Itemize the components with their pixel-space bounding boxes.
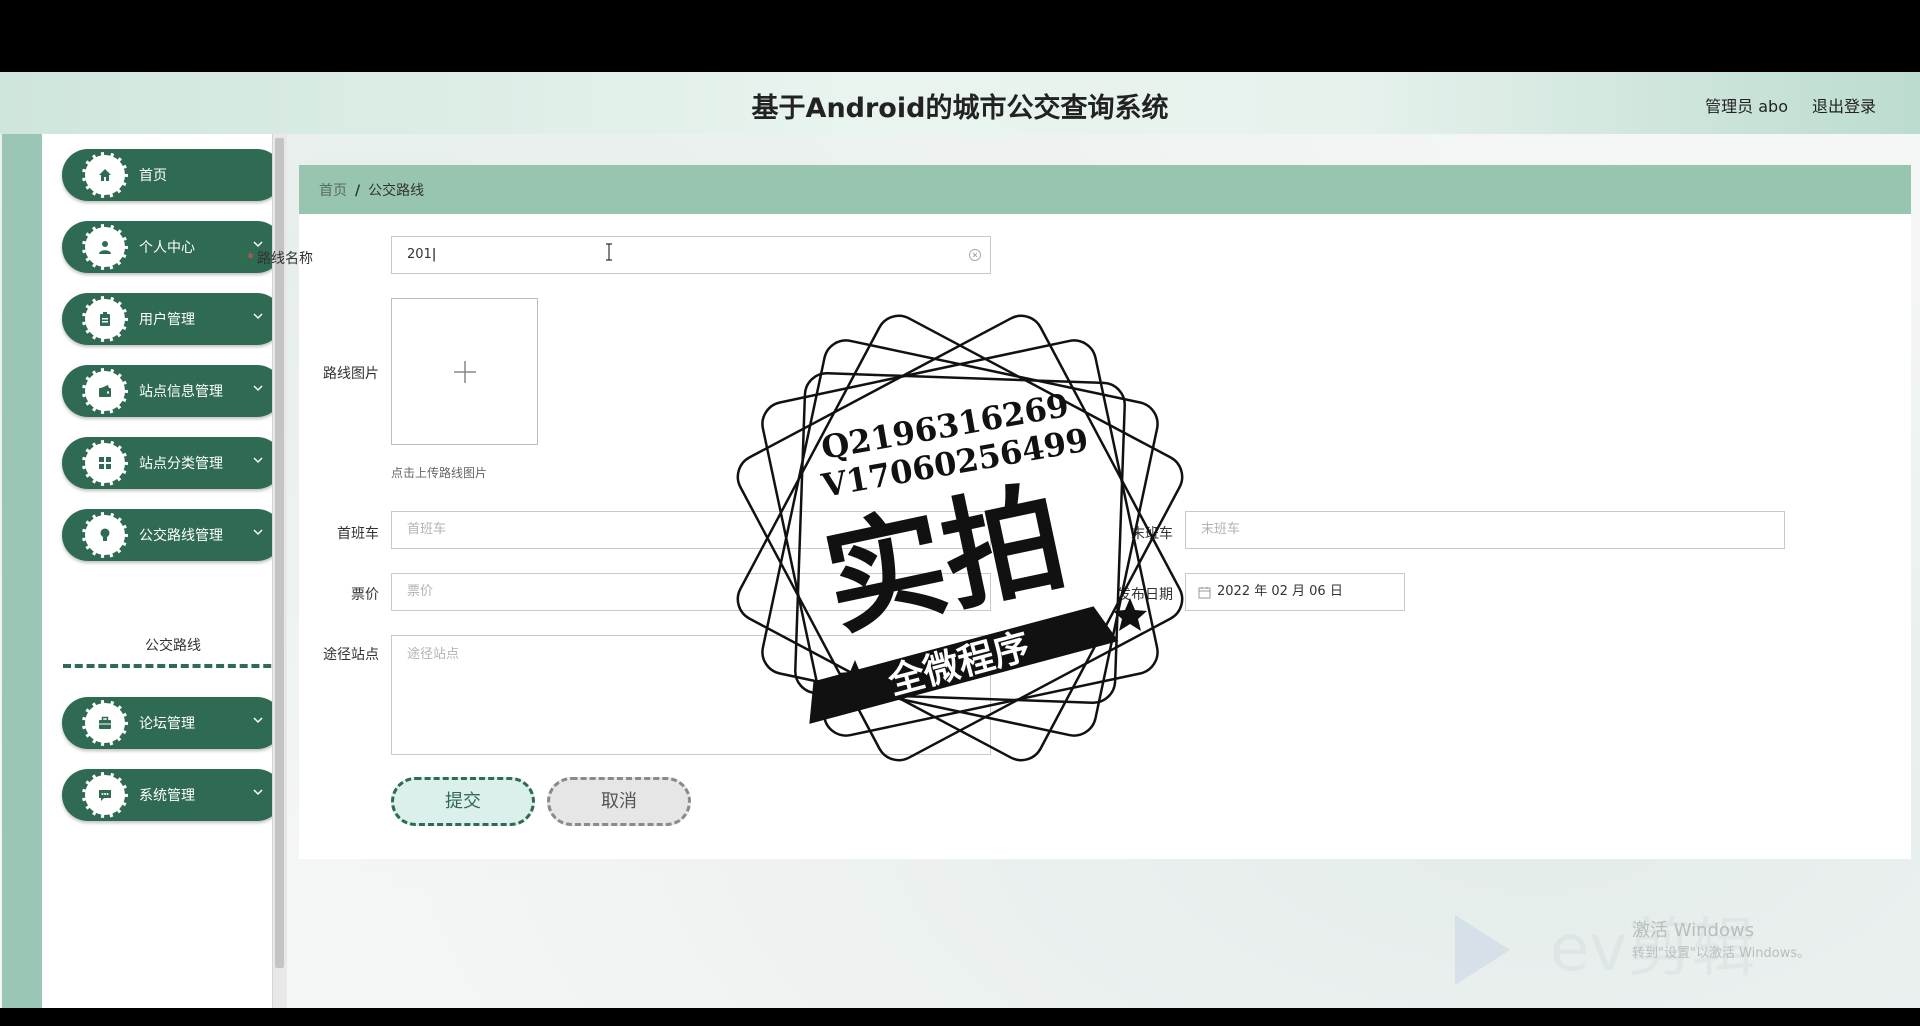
top-header: 基于Android的城市公交查询系统 管理员 abo 退出登录 xyxy=(0,72,1920,134)
route-name-value: 201 xyxy=(407,247,432,262)
home-icon xyxy=(99,169,111,181)
logout-button[interactable]: 退出登录 xyxy=(1812,93,1876,117)
sidebar-item-label: 系统管理 xyxy=(139,788,195,804)
cancel-button[interactable]: 取消 xyxy=(547,777,691,826)
chevron-down-icon xyxy=(253,385,263,392)
sidebar-item-bus-route[interactable]: 公交路线管理 xyxy=(62,509,283,561)
text-cursor-icon xyxy=(606,243,612,261)
chevron-down-icon xyxy=(253,313,263,320)
menu-badge xyxy=(82,152,128,198)
sidebar-subitem-label: 公交路线 xyxy=(145,638,201,654)
sidebar-item-home[interactable]: 首页 xyxy=(62,149,283,201)
first-bus-label: 首班车 xyxy=(337,526,379,542)
clipboard-icon xyxy=(100,312,110,326)
breadcrumb-current: 公交路线 xyxy=(368,183,425,199)
user-icon xyxy=(99,241,111,254)
submit-button[interactable]: 提交 xyxy=(391,777,535,826)
publish-date-input[interactable]: 2022 年 02 月 06 日 xyxy=(1185,573,1405,611)
breadcrumb-home[interactable]: 首页 xyxy=(319,183,347,199)
menu-badge xyxy=(82,772,128,818)
last-bus-input[interactable]: 末班车 xyxy=(1185,511,1785,549)
windows-activate-text: 激活 Windows xyxy=(1632,920,1755,941)
route-image-label: 路线图片 xyxy=(323,366,379,382)
sidebar-item-station-category[interactable]: 站点分类管理 xyxy=(62,437,283,489)
clear-icon[interactable] xyxy=(968,248,982,262)
route-name-label: * 路线名称 xyxy=(213,248,313,268)
plus-icon xyxy=(454,361,476,383)
bulb-icon xyxy=(100,528,110,541)
sidebar-item-label: 站点分类管理 xyxy=(139,456,223,472)
sidebar-item-label: 站点信息管理 xyxy=(139,384,223,400)
sidebar-item-label: 公交路线管理 xyxy=(139,528,223,544)
windows-activate-subtext: 转到"设置"以激活 Windows。 xyxy=(1632,946,1811,961)
route-name-input[interactable]: 201| xyxy=(391,236,991,274)
menu-badge xyxy=(82,368,128,414)
publish-date-value: 2022 年 02 月 06 日 xyxy=(1217,584,1343,599)
wallet-icon xyxy=(99,385,111,397)
required-mark: * xyxy=(247,251,254,267)
sidebar-item-station-info[interactable]: 站点信息管理 xyxy=(62,365,283,417)
image-upload-box[interactable] xyxy=(391,298,538,445)
chat-icon xyxy=(99,790,111,801)
admin-label[interactable]: 管理员 abo xyxy=(1705,93,1788,117)
route-name-label-text: 路线名称 xyxy=(257,251,313,267)
chevron-down-icon xyxy=(253,789,263,796)
sidebar-item-system[interactable]: 系统管理 xyxy=(62,769,283,821)
via-stations-label: 途径站点 xyxy=(323,647,379,663)
page-title: 基于Android的城市公交查询系统 xyxy=(751,93,1169,124)
fare-label: 票价 xyxy=(351,587,379,603)
breadcrumb: 首页 / 公交路线 xyxy=(319,180,424,200)
sidebar-strip xyxy=(2,134,42,1008)
sidebar-item-label: 首页 xyxy=(139,168,167,184)
sidebar-item-forum[interactable]: 论坛管理 xyxy=(62,697,283,749)
menu-badge xyxy=(82,224,128,270)
sidebar-item-users[interactable]: 用户管理 xyxy=(62,293,283,345)
chevron-down-icon xyxy=(253,717,263,724)
chevron-down-icon xyxy=(253,457,263,464)
chevron-up-icon xyxy=(253,529,263,536)
briefcase-icon xyxy=(99,716,111,729)
grid-icon xyxy=(99,457,111,469)
menu-badge xyxy=(82,700,128,746)
menu-badge xyxy=(82,296,128,342)
breadcrumb-separator: / xyxy=(355,183,361,199)
sidebar-item-label: 论坛管理 xyxy=(139,716,195,732)
sidebar-item-label: 用户管理 xyxy=(139,312,195,328)
header-actions: 管理员 abo 退出登录 xyxy=(1705,93,1876,117)
menu-badge xyxy=(82,512,128,558)
upload-hint: 点击上传路线图片 xyxy=(391,466,488,480)
sidebar-subitem-bus-route[interactable]: 公交路线 xyxy=(63,622,283,668)
breadcrumb-bar: 首页 / 公交路线 xyxy=(299,165,1911,214)
stamp-watermark: Q2196316269 V17060256499 实拍 全微程序 xyxy=(736,314,1184,762)
sidebar-item-label: 个人中心 xyxy=(139,240,195,256)
menu-badge xyxy=(82,440,128,486)
